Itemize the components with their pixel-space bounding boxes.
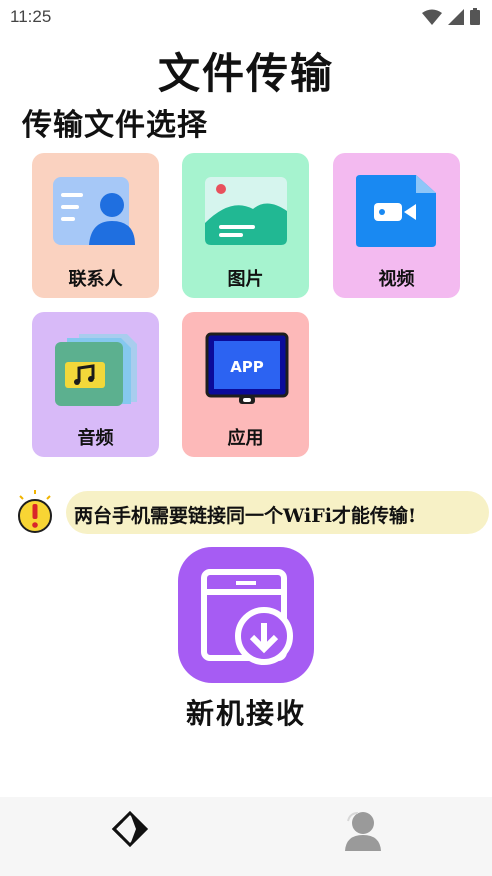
app-screen-icon: APP: [205, 332, 289, 404]
receive-label: 新机接收: [185, 697, 306, 730]
signal-icon: [448, 8, 464, 25]
category-label: 视频: [378, 269, 415, 290]
status-icons: [422, 8, 480, 25]
video-icon: [356, 175, 436, 247]
category-images[interactable]: 图片: [182, 153, 309, 298]
section-title: 传输文件选择: [22, 108, 208, 143]
category-label: 音频: [77, 428, 114, 449]
nav-profile[interactable]: [332, 805, 392, 855]
category-label: 图片: [227, 269, 264, 290]
notice-text: 两台手机需要链接同一个WiFi才能传输!: [74, 505, 417, 527]
category-label: 联系人: [68, 269, 123, 290]
category-audio[interactable]: 音频: [32, 312, 159, 457]
category-label: 应用: [227, 428, 264, 449]
receive-button[interactable]: [178, 547, 314, 683]
bottom-nav: [0, 797, 492, 876]
wifi-icon: [422, 9, 442, 25]
page-title: 文件传输: [157, 49, 334, 98]
battery-icon: [470, 8, 480, 25]
category-contacts[interactable]: 联系人: [32, 153, 159, 298]
notice-banner: 两台手机需要链接同一个WiFi才能传输!: [66, 491, 489, 534]
image-icon: [205, 177, 287, 245]
contacts-icon: [53, 177, 135, 245]
user-icon: [345, 812, 381, 851]
nav-home[interactable]: [100, 805, 160, 855]
app-icon-text: APP: [230, 358, 264, 376]
category-video[interactable]: 视频: [333, 153, 460, 298]
transfer-icon: [111, 810, 149, 848]
warning-icon: [18, 490, 52, 533]
music-file-icon: [55, 334, 137, 406]
category-apps[interactable]: APP 应用: [182, 312, 309, 457]
status-time: 11:25: [10, 7, 52, 26]
status-bar: 11:25: [0, 0, 492, 34]
download-icon: [201, 569, 293, 665]
